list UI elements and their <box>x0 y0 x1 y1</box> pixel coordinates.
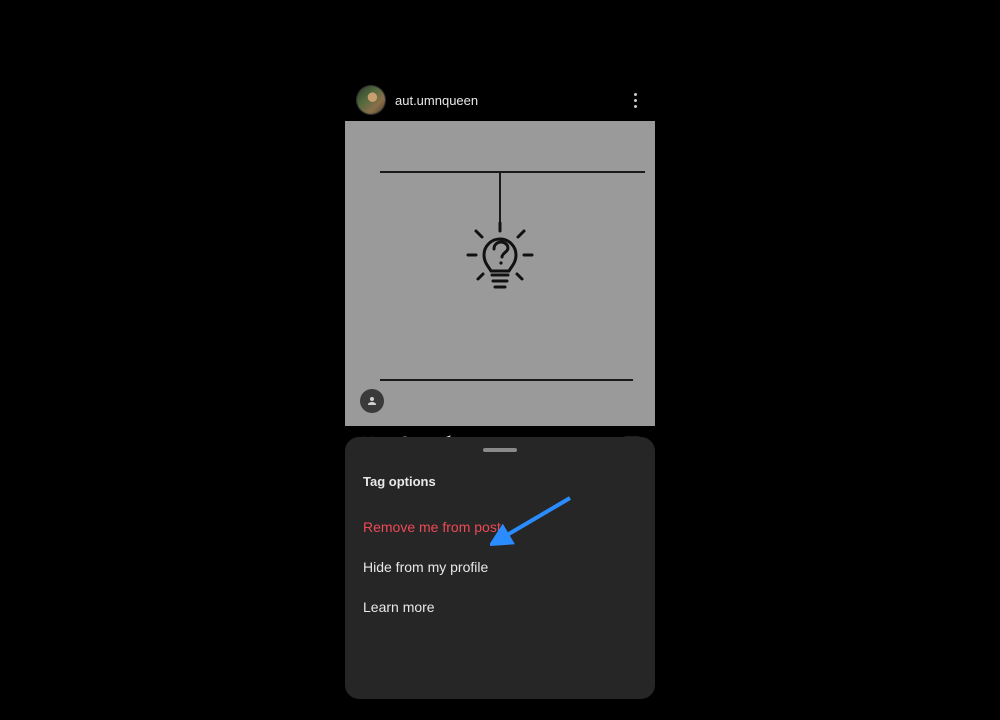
sheet-drag-handle[interactable] <box>483 448 517 452</box>
sheet-title: Tag options <box>345 466 655 507</box>
tag-options-sheet: Tag options Remove me from post Hide fro… <box>345 437 655 699</box>
phone-screen: aut.umnqueen <box>345 79 655 699</box>
hide-from-profile-item[interactable]: Hide from my profile <box>345 547 655 587</box>
remove-me-from-post-item[interactable]: Remove me from post <box>345 507 655 547</box>
learn-more-item[interactable]: Learn more <box>345 587 655 627</box>
